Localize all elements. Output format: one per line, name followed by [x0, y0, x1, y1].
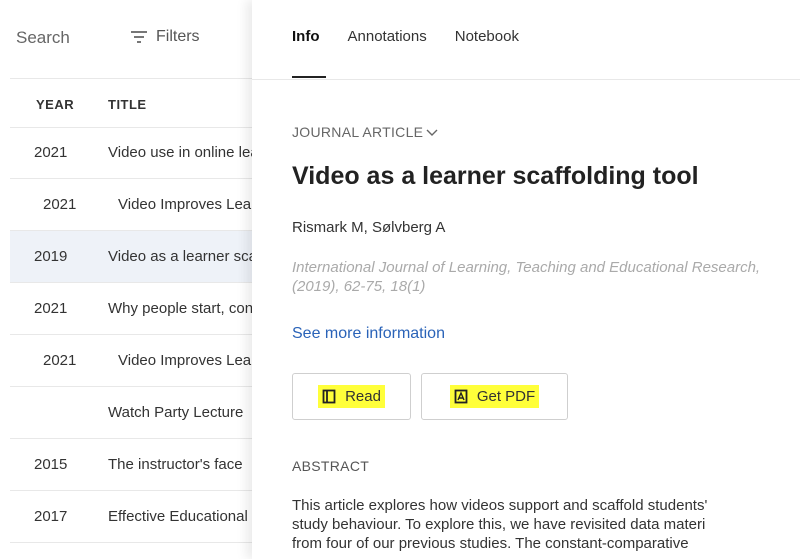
row-title: Why people start, continue: [108, 300, 252, 317]
filters-button[interactable]: Filters: [130, 28, 200, 46]
row-title: Video as a learner scaffolding tool: [108, 248, 252, 265]
table-row[interactable]: .2021Video Improves Learning: [10, 335, 252, 387]
document-type-dropdown[interactable]: JOURNAL ARTICLE: [292, 124, 439, 140]
abstract-heading: ABSTRACT: [292, 458, 370, 474]
row-year: 2021: [34, 300, 68, 317]
article-citation: International Journal of Learning, Teach…: [292, 259, 761, 295]
abstract-line: This article explores how videos support…: [292, 497, 708, 514]
row-year: 2021: [43, 196, 77, 213]
table-row[interactable]: .2021Video Improves Learning: [10, 179, 252, 231]
library-list-pane: Search Filters YEAR TITLE 2021 Video use …: [0, 0, 252, 559]
abstract-line: from four of our previous studies. The c…: [292, 535, 689, 552]
detail-tabs: Info Annotations Notebook: [292, 28, 519, 45]
row-title: Video use in online learning: [108, 144, 252, 161]
title-column-header[interactable]: TITLE: [108, 97, 147, 112]
table-row[interactable]: 2021 Why people start, continue: [10, 283, 252, 335]
year-column-header[interactable]: YEAR: [36, 97, 74, 112]
row-year: 2019: [34, 248, 68, 265]
tab-divider: [252, 79, 800, 80]
row-title: Video Improves Learning: [118, 196, 252, 213]
row-title: Video Improves Learning: [118, 352, 252, 369]
pdf-icon: [454, 389, 468, 404]
see-more-information-link[interactable]: See more information: [292, 325, 445, 343]
table-header: YEAR TITLE: [10, 78, 252, 128]
library-rows: 2021Video use in online learning.2021Vid…: [0, 127, 252, 543]
read-label: Read: [345, 388, 381, 405]
chevron-down-icon: [426, 129, 438, 136]
table-row[interactable]: Watch Party Lecture: [10, 387, 252, 439]
table-row[interactable]: 2017 Effective Educational Videos: [10, 491, 252, 543]
filters-label: Filters: [156, 28, 200, 45]
table-row[interactable]: 2019 Video as a learner scaffolding tool: [10, 231, 252, 283]
article-title: Video as a learner scaffolding tool: [292, 162, 699, 190]
row-year: 2017: [34, 508, 68, 525]
article-authors: Rismark M, Sølvberg A: [292, 219, 446, 236]
abstract-text: This article explores how videos support…: [292, 496, 800, 553]
read-button[interactable]: Read: [292, 373, 411, 420]
tab-notebook[interactable]: Notebook: [455, 28, 519, 45]
table-row[interactable]: 2021 Video use in online learning: [10, 127, 252, 179]
filter-icon: [131, 31, 147, 43]
abstract-line: study behaviour. To explore this, we hav…: [292, 516, 706, 533]
tab-info[interactable]: Info: [292, 28, 320, 45]
row-year: 2021: [34, 144, 68, 161]
detail-panel: Info Annotations Notebook JOURNAL ARTICL…: [252, 0, 800, 559]
table-row[interactable]: 2015 The instructor's face: [10, 439, 252, 491]
row-title: The instructor's face: [108, 456, 243, 473]
tab-annotations[interactable]: Annotations: [348, 28, 427, 45]
search-button[interactable]: Search: [16, 28, 70, 48]
row-title: Watch Party Lecture: [108, 404, 244, 421]
book-icon: [322, 389, 336, 404]
get-pdf-button[interactable]: Get PDF: [421, 373, 568, 420]
document-type-label: JOURNAL ARTICLE: [292, 124, 424, 140]
row-year: 2015: [34, 456, 68, 473]
get-pdf-label: Get PDF: [476, 388, 536, 405]
active-tab-indicator: [292, 76, 326, 78]
row-year: 2021: [43, 352, 77, 369]
row-title: Effective Educational Videos: [108, 508, 252, 525]
